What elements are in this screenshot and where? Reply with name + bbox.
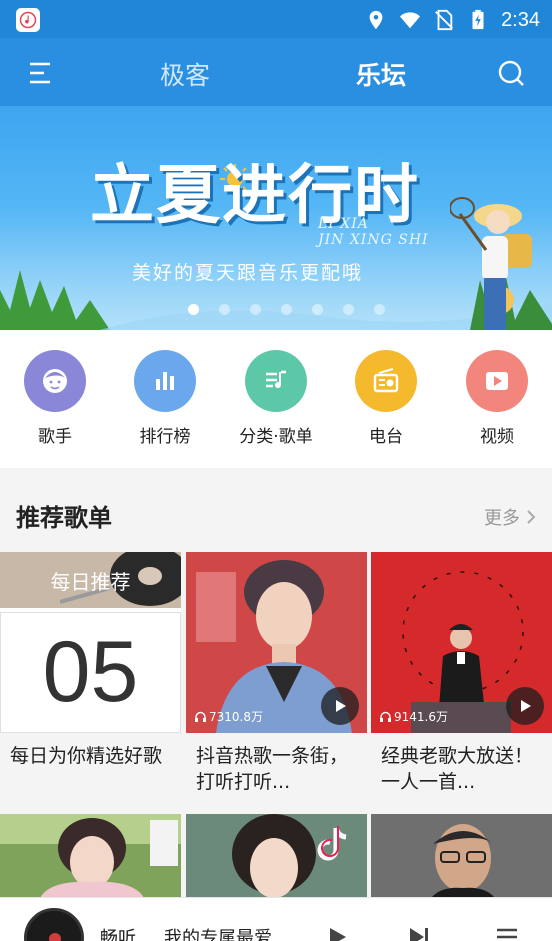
play-count: 9141.6万 — [379, 708, 448, 725]
playlist-card-partial[interactable] — [186, 814, 367, 898]
daily-recommend-label: 每日推荐 — [50, 570, 131, 594]
playlist-icon — [245, 350, 307, 412]
playlist-card-partial[interactable] — [371, 814, 552, 898]
playlist-cover: 9141.6万 — [371, 552, 552, 733]
singer-icon — [24, 350, 86, 412]
playlist-cover — [371, 814, 552, 898]
tab-music-forum[interactable]: 乐坛 — [356, 56, 406, 92]
chevron-right-icon — [527, 510, 536, 524]
tab-geek[interactable]: 极客 — [160, 56, 210, 92]
play-count-value: 7310.8万 — [209, 710, 263, 724]
category-singer[interactable]: 歌手 — [0, 350, 110, 447]
category-label: 排行榜 — [139, 427, 191, 447]
chart-bars-icon — [134, 350, 196, 412]
queue-icon[interactable] — [494, 924, 520, 941]
search-icon[interactable] — [496, 58, 526, 88]
battery-charging-icon — [472, 9, 484, 30]
playlist-title: 抖音热歌一条街，打听打听... — [196, 745, 349, 793]
category-charts[interactable]: 排行榜 — [110, 350, 220, 447]
section-title: 推荐歌单 — [16, 504, 112, 532]
playlist-cover — [0, 814, 181, 898]
album-disc-icon[interactable] — [24, 908, 84, 941]
headphones-icon — [195, 711, 206, 722]
daily-day-number: 05 — [0, 612, 181, 733]
playlist-card[interactable]: 7310.8万 抖音热歌一条街，打听打听... — [186, 552, 367, 797]
banner-dot[interactable] — [343, 304, 354, 315]
play-button[interactable] — [321, 687, 359, 725]
play-icon[interactable] — [324, 924, 350, 941]
mini-player[interactable]: 畅听 我的专属最爱 — [0, 897, 552, 941]
more-label: 更多 — [484, 508, 520, 529]
category-label: 歌手 — [38, 427, 72, 447]
playlist-title: 每日为你精选好歌 — [10, 745, 163, 767]
clock-time: 2:34 — [501, 8, 540, 31]
category-video[interactable]: 视频 — [442, 350, 552, 447]
top-nav-bar: 极客 乐坛 — [0, 38, 552, 106]
playlist-card[interactable]: 9141.6万 经典老歌大放送！一人一首... — [371, 552, 552, 797]
banner-dot[interactable] — [219, 304, 230, 315]
category-playlists[interactable]: 分类·歌单 — [221, 350, 331, 447]
category-row: 歌手 排行榜 分类·歌单 电台 视频 — [0, 330, 552, 468]
next-icon[interactable] — [406, 924, 432, 941]
banner-pagination — [188, 304, 385, 315]
music-note-icon — [16, 8, 40, 32]
play-button[interactable] — [506, 687, 544, 725]
playlist-cover: 7310.8万 — [186, 552, 367, 733]
banner-dot[interactable] — [312, 304, 323, 315]
banner-english-line1: LI XIA — [318, 216, 369, 232]
banner-english-line2: JIN XING SHI — [318, 232, 429, 248]
playlist-card[interactable]: 每日推荐 05 每日为你精选好歌 — [0, 552, 181, 797]
radio-icon — [355, 350, 417, 412]
category-label: 电台 — [369, 427, 403, 447]
recommend-section-header: 推荐歌单 更多 — [0, 480, 552, 550]
banner-dot[interactable] — [188, 304, 199, 315]
play-count-value: 9141.6万 — [394, 710, 448, 724]
player-song-title: 我的专属最爱 — [164, 928, 272, 941]
banner-dot[interactable] — [374, 304, 385, 315]
play-icon — [521, 700, 531, 712]
banner-dot[interactable] — [281, 304, 292, 315]
more-link[interactable]: 更多 — [484, 504, 538, 530]
banner-english: LI XIA JIN XING SHI — [318, 216, 429, 248]
category-label: 分类·歌单 — [239, 427, 313, 447]
category-label: 视频 — [480, 427, 514, 447]
playlist-title: 经典老歌大放送！一人一首... — [381, 745, 534, 793]
status-bar: 2:34 — [0, 0, 552, 38]
playlist-cover — [186, 814, 367, 898]
hiker-illustration — [450, 197, 532, 330]
playlist-cover: 每日推荐 05 — [0, 552, 181, 733]
no-sim-icon — [435, 9, 453, 31]
player-source-label: 畅听 — [100, 928, 136, 941]
wifi-icon — [399, 12, 421, 29]
menu-icon[interactable] — [26, 58, 56, 88]
location-icon — [369, 10, 383, 30]
headphones-icon — [380, 711, 391, 722]
video-icon — [466, 350, 528, 412]
category-radio[interactable]: 电台 — [331, 350, 441, 447]
banner-dot[interactable] — [250, 304, 261, 315]
play-count: 7310.8万 — [194, 708, 263, 725]
play-icon — [336, 700, 346, 712]
playlist-card-partial[interactable] — [0, 814, 181, 898]
promo-banner[interactable]: 立夏进行时 LI XIA JIN XING SHI 美好的夏天跟音乐更配哦 — [0, 106, 552, 330]
banner-subtitle: 美好的夏天跟音乐更配哦 — [132, 262, 364, 284]
